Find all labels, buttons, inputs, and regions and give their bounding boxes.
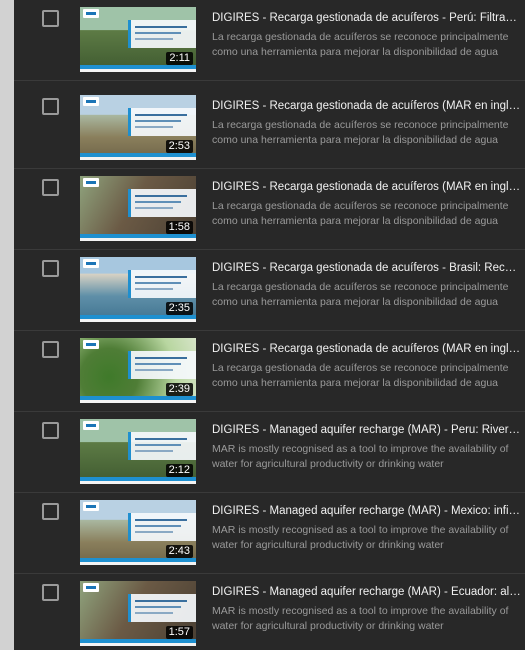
thumbnail-footer <box>80 400 196 403</box>
channel-logo-icon <box>83 502 99 511</box>
video-title[interactable]: DIGIRES - Recarga gestionada de acuífero… <box>212 342 522 357</box>
video-thumbnail[interactable]: 2:43 <box>80 500 196 565</box>
video-duration: 1:57 <box>165 626 193 639</box>
video-row[interactable]: 2:12 DIGIRES - Managed aquifer recharge … <box>14 412 525 493</box>
thumbnail-footer <box>80 319 196 322</box>
thumbnail-caption-card <box>128 189 196 217</box>
channel-logo-icon <box>83 340 99 349</box>
video-thumbnail[interactable]: 1:58 <box>80 176 196 241</box>
video-title[interactable]: DIGIRES - Managed aquifer recharge (MAR)… <box>212 504 522 519</box>
video-duration: 2:11 <box>166 52 193 65</box>
video-title[interactable]: DIGIRES - Managed aquifer recharge (MAR)… <box>212 585 522 600</box>
video-description: La recarga gestionada de acuíferos se re… <box>212 31 509 58</box>
thumbnail-caption-card <box>128 432 196 460</box>
video-duration: 2:35 <box>165 302 193 315</box>
select-checkbox[interactable] <box>42 10 59 27</box>
video-title[interactable]: DIGIRES - Recarga gestionada de acuífero… <box>212 180 522 195</box>
video-row[interactable]: 1:57 DIGIRES - Managed aquifer recharge … <box>14 574 525 650</box>
select-checkbox[interactable] <box>42 341 59 358</box>
select-checkbox[interactable] <box>42 260 59 277</box>
video-list-panel: 2:11 DIGIRES - Recarga gestionada de acu… <box>14 0 525 650</box>
video-title[interactable]: DIGIRES - Recarga gestionada de acuífero… <box>212 261 522 276</box>
thumbnail-footer <box>80 157 196 160</box>
video-description: La recarga gestionada de acuíferos se re… <box>212 119 509 146</box>
video-description: MAR is mostly recognised as a tool to im… <box>212 443 509 470</box>
video-row[interactable]: 2:53 DIGIRES - Recarga gestionada de acu… <box>14 88 525 169</box>
video-thumbnail[interactable]: 2:12 <box>80 419 196 484</box>
select-checkbox[interactable] <box>42 179 59 196</box>
channel-logo-icon <box>83 97 99 106</box>
video-description: MAR is mostly recognised as a tool to im… <box>212 605 509 632</box>
video-thumbnail[interactable]: 2:53 <box>80 95 196 160</box>
channel-logo-icon <box>83 178 99 187</box>
channel-logo-icon <box>83 421 99 430</box>
select-checkbox[interactable] <box>42 584 59 601</box>
thumbnail-caption-card <box>128 513 196 541</box>
thumbnail-caption-card <box>128 20 196 48</box>
video-title[interactable]: DIGIRES - Recarga gestionada de acuífero… <box>212 99 522 114</box>
video-row[interactable]: 2:11 DIGIRES - Recarga gestionada de acu… <box>14 0 525 81</box>
channel-logo-icon <box>83 259 99 268</box>
video-thumbnail[interactable]: 2:35 <box>80 257 196 322</box>
select-checkbox[interactable] <box>42 98 59 115</box>
video-thumbnail[interactable]: 2:11 <box>80 7 196 72</box>
select-checkbox[interactable] <box>42 422 59 439</box>
video-duration: 2:53 <box>165 140 193 153</box>
thumbnail-footer <box>80 238 196 241</box>
thumbnail-footer <box>80 481 196 484</box>
channel-logo-icon <box>83 9 99 18</box>
thumbnail-footer <box>80 69 196 72</box>
thumbnail-caption-card <box>128 270 196 298</box>
video-title[interactable]: DIGIRES - Managed aquifer recharge (MAR)… <box>212 423 522 438</box>
video-duration: 2:43 <box>165 545 193 558</box>
thumbnail-caption-card <box>128 351 196 379</box>
video-duration: 2:39 <box>165 383 193 396</box>
video-row[interactable]: 2:35 DIGIRES - Recarga gestionada de acu… <box>14 250 525 331</box>
video-duration: 1:58 <box>165 221 193 234</box>
video-thumbnail[interactable]: 2:39 <box>80 338 196 403</box>
video-row[interactable]: 2:39 DIGIRES - Recarga gestionada de acu… <box>14 331 525 412</box>
thumbnail-caption-card <box>128 108 196 136</box>
video-thumbnail[interactable]: 1:57 <box>80 581 196 646</box>
video-description: La recarga gestionada de acuíferos se re… <box>212 362 509 389</box>
video-row[interactable]: 2:43 DIGIRES - Managed aquifer recharge … <box>14 493 525 574</box>
video-duration: 2:12 <box>165 464 193 477</box>
thumbnail-caption-card <box>128 594 196 622</box>
video-title[interactable]: DIGIRES - Recarga gestionada de acuífero… <box>212 11 522 26</box>
thumbnail-footer <box>80 562 196 565</box>
channel-logo-icon <box>83 583 99 592</box>
thumbnail-footer <box>80 643 196 646</box>
video-description: La recarga gestionada de acuíferos se re… <box>212 200 509 227</box>
select-checkbox[interactable] <box>42 503 59 520</box>
video-description: MAR is mostly recognised as a tool to im… <box>212 524 509 551</box>
video-description: La recarga gestionada de acuíferos se re… <box>212 281 509 308</box>
video-row[interactable]: 1:58 DIGIRES - Recarga gestionada de acu… <box>14 169 525 250</box>
